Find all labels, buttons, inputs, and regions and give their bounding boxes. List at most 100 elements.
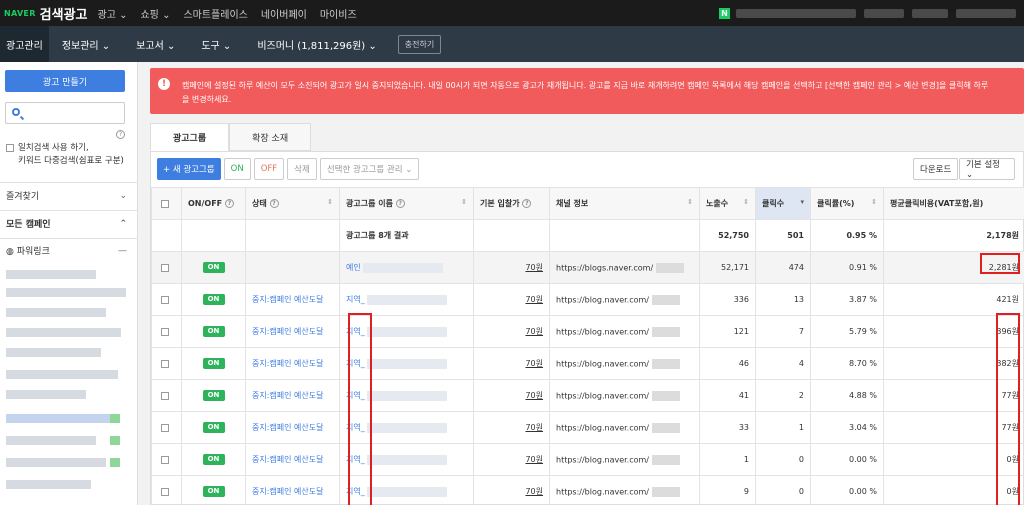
table-row[interactable]: ON 중지:캠페인 예산도달 지역_ 70원 https://blog.naver.c… [151, 411, 1024, 444]
sort-desc-icon[interactable]: ▾ [800, 198, 804, 206]
account-info[interactable] [736, 8, 856, 18]
campaign-item[interactable] [6, 270, 96, 279]
table-row[interactable]: ON 중지:캠페인 예산도달 지역_ 70원 https://blog.naver.c… [151, 379, 1024, 412]
table-row[interactable]: ON 중지:캠페인 예산도달 지역_ 70원 https://blog.naver.c… [151, 347, 1024, 380]
bid-link[interactable]: 70원 [525, 359, 543, 368]
row-checkbox[interactable] [160, 423, 169, 432]
nav-bizmoney[interactable]: 비즈머니 (1,811,296원) ⌄ [244, 26, 389, 62]
col-ctr[interactable]: 클릭률(%) ⇕ [810, 187, 884, 220]
campaign-item[interactable] [6, 328, 121, 337]
sort-icon[interactable]: ⇕ [871, 198, 877, 206]
campaign-item[interactable] [6, 480, 91, 489]
charge-button[interactable]: 충전하기 [397, 34, 442, 54]
top-menu-shopping[interactable]: 쇼핑 ⌄ [140, 6, 170, 21]
nav-ad-management[interactable]: 광고관리 [0, 26, 49, 62]
search-input[interactable] [5, 102, 125, 124]
table-row[interactable]: ON 중지:캠페인 예산도달 지역_ 70원 https://blog.naver.c… [151, 475, 1024, 505]
settings-dropdown[interactable]: 기본 설정 ⌄ [959, 158, 1015, 180]
table-row[interactable]: ON 중지:캠페인 예산도달 지역_ 70원 https://blog.naver.c… [151, 443, 1024, 476]
create-ad-button[interactable]: 광고 만들기 [5, 70, 125, 92]
off-button[interactable]: OFF [253, 158, 285, 180]
bid-link[interactable]: 70원 [525, 455, 543, 464]
bid-link[interactable]: 70원 [525, 263, 543, 272]
delete-button[interactable]: 삭제 [287, 158, 317, 180]
col-clicks[interactable]: 클릭수 ▾ [755, 187, 811, 220]
col-impressions[interactable]: 노출수 ⇕ [699, 187, 756, 220]
select-all-cell[interactable] [151, 187, 182, 220]
col-name[interactable]: 광고그룹 이름 ? ⇕ [339, 187, 474, 220]
on-toggle[interactable]: ON [202, 294, 225, 305]
status-link[interactable]: 중지:캠페인 예산도달 [252, 359, 323, 368]
account-link[interactable] [956, 8, 1016, 18]
sort-icon[interactable]: ⇕ [327, 198, 333, 206]
nav-info-management[interactable]: 정보관리 ⌄ [49, 26, 123, 62]
help-icon[interactable]: ? [269, 199, 279, 208]
table-row[interactable]: ON 중지:캠페인 예산도달 지역_ 70원 https://blog.naver.c… [151, 315, 1024, 348]
adgroup-name-link[interactable]: 지역_ [346, 295, 365, 304]
status-link[interactable]: 중지:캠페인 예산도달 [252, 423, 323, 432]
campaign-item[interactable] [6, 458, 106, 467]
on-toggle[interactable]: ON [202, 454, 225, 465]
campaign-item[interactable] [6, 390, 86, 399]
bid-link[interactable]: 70원 [525, 327, 543, 336]
adgroup-name-link[interactable]: 예인 [346, 263, 361, 272]
col-status[interactable]: 상태 ? ⇕ [245, 187, 340, 220]
bid-link[interactable]: 70원 [525, 295, 543, 304]
status-link[interactable]: 중지:캠페인 예산도달 [252, 327, 323, 336]
help-icon[interactable]: ? [522, 199, 532, 208]
campaign-item[interactable] [6, 348, 101, 357]
on-toggle[interactable]: ON [202, 358, 225, 369]
top-menu-naverpay[interactable]: 네이버페이 [261, 6, 307, 21]
favorites-section[interactable]: 즐겨찾기 ⌄ [0, 182, 137, 208]
exact-match-checkbox[interactable] [6, 144, 14, 152]
account-link[interactable] [912, 8, 948, 18]
row-checkbox[interactable] [160, 391, 169, 400]
sort-icon[interactable]: ⇕ [687, 198, 693, 206]
col-channel[interactable]: 채널 정보 ⇕ [549, 187, 700, 220]
col-onoff[interactable]: ON/OFF ? [181, 187, 246, 220]
select-all-checkbox[interactable] [160, 199, 169, 208]
nav-tools[interactable]: 도구 ⌄ [188, 26, 244, 62]
new-adgroup-button[interactable]: + 새 광고그룹 [157, 158, 221, 180]
tab-adgroups[interactable]: 광고그룹 [150, 123, 230, 151]
status-link[interactable]: 중지:캠페인 예산도달 [252, 487, 323, 496]
campaign-item[interactable] [6, 308, 106, 317]
top-menu-smartplace[interactable]: 스마트플레이스 [183, 6, 247, 21]
row-checkbox[interactable] [160, 487, 169, 496]
bid-link[interactable]: 70원 [525, 423, 543, 432]
help-icon[interactable]: ? [116, 130, 125, 139]
row-checkbox[interactable] [160, 359, 169, 368]
sort-icon[interactable]: ⇕ [743, 198, 749, 206]
col-bid[interactable]: 기본 입찰가 ? [473, 187, 550, 220]
exact-match-option[interactable]: 일치검색 사용 하기, 키워드 다중검색(쉼표로 구분) [6, 142, 124, 168]
status-link[interactable]: 중지:캠페인 예산도달 [252, 455, 323, 464]
nav-reports[interactable]: 보고서 ⌄ [123, 26, 188, 62]
on-toggle[interactable]: ON [202, 486, 225, 497]
campaign-item[interactable] [6, 414, 111, 423]
manage-adgroups-dropdown[interactable]: 선택한 광고그룹 관리 ⌄ [319, 158, 420, 180]
top-menu-mybiz[interactable]: 마이비즈 [320, 6, 357, 21]
on-button[interactable]: ON [223, 158, 251, 180]
col-cpc[interactable]: 평균클릭비용(VAT포함,원) [883, 187, 1024, 220]
campaign-item[interactable] [6, 288, 126, 297]
row-checkbox[interactable] [160, 327, 169, 336]
tab-extensions[interactable]: 확장 소재 [229, 123, 312, 151]
bid-link[interactable]: 70원 [525, 487, 543, 496]
status-link[interactable]: 중지:캠페인 예산도달 [252, 295, 323, 304]
status-link[interactable]: 중지:캠페인 예산도달 [252, 391, 323, 400]
bid-link[interactable]: 70원 [525, 391, 543, 400]
on-toggle[interactable]: ON [202, 262, 225, 273]
logo[interactable]: NAVER 검색광고 [4, 4, 88, 23]
row-checkbox[interactable] [160, 263, 169, 272]
sort-icon[interactable]: ⇕ [461, 198, 467, 206]
campaign-item[interactable] [6, 370, 118, 379]
download-button[interactable]: 다운로드 [913, 158, 959, 180]
table-row[interactable]: ON 예인 70원 https://blogs.naver.com/ 52,171 4… [151, 251, 1024, 284]
powerlink-section[interactable]: ◍ 파워링크 — [0, 238, 137, 262]
row-checkbox[interactable] [160, 295, 169, 304]
on-toggle[interactable]: ON [202, 390, 225, 401]
campaign-item[interactable] [6, 436, 96, 445]
help-icon[interactable]: ? [224, 199, 234, 208]
on-toggle[interactable]: ON [202, 326, 225, 337]
all-campaigns-section[interactable]: 모든 캠페인 ⌃ [0, 210, 137, 236]
